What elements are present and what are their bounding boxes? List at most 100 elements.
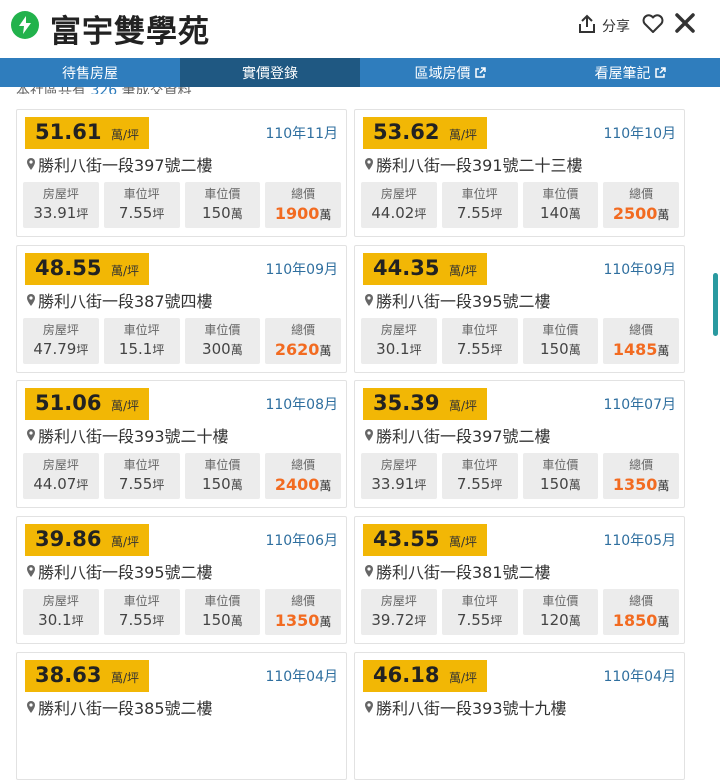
stat-label: 車位價 bbox=[542, 594, 579, 608]
transaction-card[interactable]: 51.06 萬/坪 110年08月 勝利八街一段393號二十樓 房屋坪 44.0… bbox=[16, 380, 347, 508]
unit-price-badge: 51.06 萬/坪 bbox=[25, 388, 149, 420]
stats-row: 房屋坪 33.91坪 車位坪 7.55坪 車位價 150萬 總價 1350萬 bbox=[361, 453, 679, 499]
address-text: 勝利八街一段391號二十三樓 bbox=[376, 156, 583, 175]
stat-label: 總價 bbox=[291, 458, 316, 472]
stat-value: 150萬 bbox=[540, 475, 581, 493]
stats-row: 房屋坪 30.1坪 車位坪 7.55坪 車位價 150萬 總價 1485萬 bbox=[361, 318, 679, 364]
unit-price-unit: 萬/坪 bbox=[111, 264, 140, 278]
stat-parking-area: 車位坪 15.1坪 bbox=[103, 318, 180, 364]
location-pin-icon bbox=[27, 158, 35, 170]
stat-value: 150萬 bbox=[202, 475, 243, 493]
transaction-card[interactable]: 53.62 萬/坪 110年10月 勝利八街一段391號二十三樓 房屋坪 44.… bbox=[354, 109, 685, 237]
stats-row: 房屋坪 44.02坪 車位坪 7.55坪 車位價 140萬 總價 2500萬 bbox=[361, 182, 679, 228]
stat-value: 300萬 bbox=[202, 340, 243, 358]
stat-parking-area: 車位坪 7.55坪 bbox=[103, 453, 180, 499]
unit-price-unit: 萬/坪 bbox=[449, 535, 478, 549]
stat-value: 1350萬 bbox=[612, 475, 670, 494]
stat-label: 車位坪 bbox=[123, 594, 160, 608]
transaction-date: 110年10月 bbox=[603, 126, 676, 142]
stat-label: 房屋坪 bbox=[42, 458, 79, 472]
transaction-date: 110年06月 bbox=[265, 533, 338, 549]
stat-value: 7.55坪 bbox=[456, 475, 503, 493]
stat-parking-price: 車位價 150萬 bbox=[184, 589, 261, 635]
unit-price: 43.55 bbox=[373, 527, 440, 551]
stat-label: 車位坪 bbox=[461, 458, 498, 472]
address: 勝利八街一段395號二樓 bbox=[27, 559, 213, 583]
transaction-date: 110年11月 bbox=[265, 126, 338, 142]
stat-area: 房屋坪 30.1坪 bbox=[361, 318, 437, 364]
unit-price: 51.61 bbox=[35, 120, 102, 144]
stat-label: 車位價 bbox=[204, 323, 241, 337]
address: 勝利八街一段393號二十樓 bbox=[27, 423, 229, 447]
stat-parking-area: 車位坪 7.55坪 bbox=[441, 453, 518, 499]
transaction-card[interactable]: 44.35 萬/坪 110年09月 勝利八街一段395號二樓 房屋坪 30.1坪… bbox=[354, 245, 685, 373]
stats-row: 房屋坪 44.07坪 車位坪 7.55坪 車位價 150萬 總價 2400萬 bbox=[23, 453, 341, 499]
stat-label: 房屋坪 bbox=[380, 323, 417, 337]
stat-area: 房屋坪 30.1坪 bbox=[23, 589, 99, 635]
stat-parking-price: 車位價 150萬 bbox=[522, 453, 599, 499]
transaction-date: 110年04月 bbox=[603, 669, 676, 685]
stat-parking-area: 車位坪 7.55坪 bbox=[103, 589, 180, 635]
stat-value: 7.55坪 bbox=[456, 611, 503, 629]
stat-label: 車位價 bbox=[542, 458, 579, 472]
stat-value: 30.1坪 bbox=[376, 340, 422, 358]
unit-price-badge: 51.61 萬/坪 bbox=[25, 117, 149, 149]
stat-label: 房屋坪 bbox=[42, 187, 79, 201]
unit-price-unit: 萬/坪 bbox=[111, 399, 140, 413]
address: 勝利八街一段391號二十三樓 bbox=[365, 152, 583, 176]
stat-label: 總價 bbox=[629, 594, 654, 608]
unit-price-unit: 萬/坪 bbox=[449, 671, 478, 685]
address: 勝利八街一段393號十九樓 bbox=[365, 695, 567, 719]
stat-value: 2620萬 bbox=[274, 340, 332, 359]
stat-label: 房屋坪 bbox=[380, 458, 417, 472]
stat-parking-price: 車位價 150萬 bbox=[184, 182, 261, 228]
unit-price: 51.06 bbox=[35, 391, 102, 415]
location-pin-icon bbox=[365, 429, 373, 441]
stat-label: 車位坪 bbox=[123, 187, 160, 201]
stat-value: 33.91坪 bbox=[371, 475, 427, 493]
stat-value: 7.55坪 bbox=[118, 475, 165, 493]
stat-label: 總價 bbox=[291, 594, 316, 608]
stat-value: 2500萬 bbox=[612, 204, 670, 223]
transaction-card[interactable]: 46.18 萬/坪 110年04月 勝利八街一段393號十九樓 bbox=[354, 652, 685, 780]
transaction-card[interactable]: 51.61 萬/坪 110年11月 勝利八街一段397號二樓 房屋坪 33.91… bbox=[16, 109, 347, 237]
transaction-card[interactable]: 38.63 萬/坪 110年04月 勝利八街一段385號二樓 bbox=[16, 652, 347, 780]
stat-value: 7.55坪 bbox=[456, 204, 503, 222]
unit-price-badge: 39.86 萬/坪 bbox=[25, 524, 149, 556]
unit-price-badge: 44.35 萬/坪 bbox=[363, 253, 487, 285]
stat-area: 房屋坪 44.02坪 bbox=[361, 182, 437, 228]
stat-value: 2400萬 bbox=[274, 475, 332, 494]
stat-parking-price: 車位價 150萬 bbox=[522, 318, 599, 364]
transaction-card[interactable]: 39.86 萬/坪 110年06月 勝利八街一段395號二樓 房屋坪 30.1坪… bbox=[16, 516, 347, 644]
address-text: 勝利八街一段395號二樓 bbox=[376, 292, 551, 311]
unit-price-badge: 46.18 萬/坪 bbox=[363, 660, 487, 692]
stat-label: 房屋坪 bbox=[380, 594, 417, 608]
stat-value: 7.55坪 bbox=[456, 340, 503, 358]
stat-total-price: 總價 1900萬 bbox=[265, 182, 341, 228]
location-pin-icon bbox=[27, 701, 35, 713]
stat-label: 車位價 bbox=[204, 594, 241, 608]
unit-price: 38.63 bbox=[35, 663, 102, 687]
stat-parking-price: 車位價 140萬 bbox=[522, 182, 599, 228]
stat-value: 1350萬 bbox=[274, 611, 332, 630]
transaction-card[interactable]: 35.39 萬/坪 110年07月 勝利八街一段397號二樓 房屋坪 33.91… bbox=[354, 380, 685, 508]
transaction-date: 110年04月 bbox=[265, 669, 338, 685]
stat-total-price: 總價 1485萬 bbox=[603, 318, 679, 364]
stat-label: 車位價 bbox=[542, 187, 579, 201]
unit-price-badge: 53.62 萬/坪 bbox=[363, 117, 487, 149]
unit-price: 44.35 bbox=[373, 256, 440, 280]
address-text: 勝利八街一段395號二樓 bbox=[38, 563, 213, 582]
unit-price: 39.86 bbox=[35, 527, 102, 551]
stat-value: 39.72坪 bbox=[371, 611, 427, 629]
stat-label: 房屋坪 bbox=[380, 187, 417, 201]
location-pin-icon bbox=[27, 429, 35, 441]
transaction-card[interactable]: 43.55 萬/坪 110年05月 勝利八街一段381號二樓 房屋坪 39.72… bbox=[354, 516, 685, 644]
unit-price-badge: 38.63 萬/坪 bbox=[25, 660, 149, 692]
stat-label: 車位坪 bbox=[123, 458, 160, 472]
transaction-card[interactable]: 48.55 萬/坪 110年09月 勝利八街一段387號四樓 房屋坪 47.79… bbox=[16, 245, 347, 373]
scrollbar-thumb[interactable] bbox=[713, 273, 718, 336]
stat-value: 1900萬 bbox=[274, 204, 332, 223]
stat-parking-area: 車位坪 7.55坪 bbox=[441, 182, 518, 228]
unit-price: 48.55 bbox=[35, 256, 102, 280]
stat-value: 150萬 bbox=[540, 340, 581, 358]
